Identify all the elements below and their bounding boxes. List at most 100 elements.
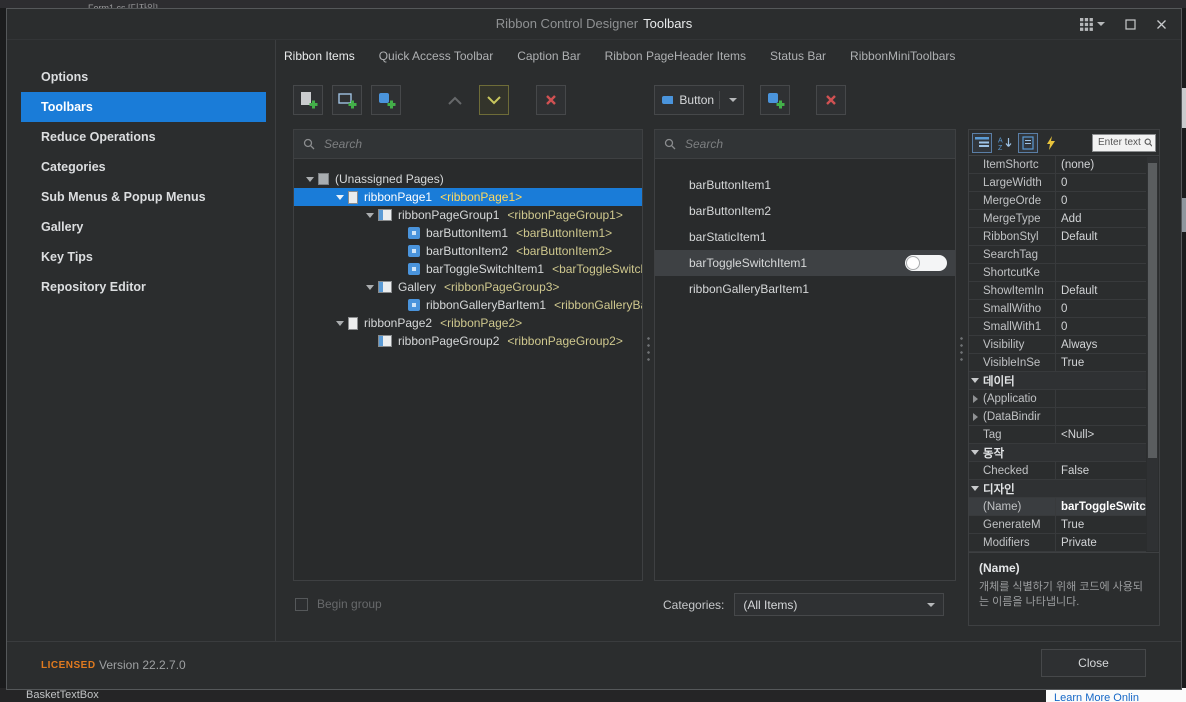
property-value[interactable]: Private <box>1056 534 1146 551</box>
tree-node-barbuttonitem2[interactable]: barButtonItem2 <barButtonItem2> <box>294 242 642 260</box>
property-value[interactable] <box>1056 390 1146 407</box>
property-gutter[interactable] <box>969 390 981 407</box>
events-button[interactable] <box>1041 133 1061 153</box>
property-pages-button[interactable] <box>1018 132 1038 153</box>
categories-dropdown[interactable]: (All Items) <box>734 593 945 616</box>
tree-search-box[interactable] <box>294 130 642 159</box>
scrollbar-thumb[interactable] <box>1148 163 1157 458</box>
property-row[interactable]: (DataBindir <box>969 408 1146 426</box>
property-value[interactable] <box>1056 408 1146 425</box>
close-window-button[interactable] <box>1156 19 1167 30</box>
property-value[interactable]: True <box>1056 516 1146 533</box>
category-expander[interactable] <box>969 480 981 497</box>
tree-node-bartoggleswitchitem1[interactable]: barToggleSwitchItem1 <barToggleSwitchItem… <box>294 260 642 278</box>
property-row[interactable]: MergeType Add <box>969 210 1146 228</box>
category-expander[interactable] <box>969 444 981 461</box>
property-value[interactable]: barToggleSwitchItem1 <box>1056 498 1146 515</box>
alphabetical-sort-button[interactable]: AZ <box>995 133 1015 153</box>
tree-node-gallery[interactable]: Gallery <ribbonPageGroup3> <box>294 278 642 296</box>
property-scrollbar[interactable] <box>1147 157 1158 551</box>
property-row[interactable]: Visibility Always <box>969 336 1146 354</box>
property-value[interactable] <box>1056 264 1146 281</box>
toggle-switch[interactable] <box>905 255 947 271</box>
bar-item-type-dropdown[interactable]: Button <box>654 85 744 115</box>
tree-node-unassigned-pages[interactable]: (Unassigned Pages) <box>294 170 642 188</box>
begin-group-checkbox[interactable] <box>295 597 308 611</box>
property-value[interactable]: 0 <box>1056 300 1146 317</box>
property-value[interactable]: Add <box>1056 210 1146 227</box>
property-value[interactable]: (none) <box>1056 156 1146 173</box>
bar-item-row-barbuttonitem2[interactable]: barButtonItem2 <box>655 198 955 224</box>
property-category-row[interactable]: 데이터 <box>969 372 1146 390</box>
tab-status-bar[interactable]: Status Bar <box>770 49 826 63</box>
property-row[interactable]: SmallWitho 0 <box>969 300 1146 318</box>
tree-node-ribbonpage1[interactable]: ribbonPage1 <ribbonPage1> <box>294 188 642 206</box>
sidebar-item-key-tips[interactable]: Key Tips <box>7 242 275 272</box>
property-value[interactable] <box>1056 246 1146 263</box>
categorized-view-button[interactable] <box>972 132 992 153</box>
bar-item-row-bartoggleswitchitem1[interactable]: barToggleSwitchItem1 <box>655 250 955 276</box>
dialog-titlebar[interactable]: Ribbon Control Designer Toolbars <box>7 9 1181 40</box>
tree-search-input[interactable] <box>322 136 633 152</box>
learn-more-link[interactable]: Learn More Onlin <box>1054 692 1139 702</box>
property-row[interactable]: MergeOrde 0 <box>969 192 1146 210</box>
property-value[interactable]: False <box>1056 462 1146 479</box>
bar-item-row-barbuttonitem1[interactable]: barButtonItem1 <box>655 172 955 198</box>
property-row[interactable]: Modifiers Private <box>969 534 1146 552</box>
property-row[interactable]: ShowItemIn Default <box>969 282 1146 300</box>
property-row[interactable]: Tag <Null> <box>969 426 1146 444</box>
bar-item-row-barstaticitem1[interactable]: barStaticItem1 <box>655 224 955 250</box>
property-value[interactable]: 0 <box>1056 192 1146 209</box>
tab-ribbon-items[interactable]: Ribbon Items <box>284 49 355 63</box>
add-item-button[interactable] <box>371 85 401 115</box>
expander-icon[interactable] <box>366 283 375 292</box>
tab-ribbonminitoolbars[interactable]: RibbonMiniToolbars <box>850 49 955 63</box>
property-row[interactable]: SmallWith1 0 <box>969 318 1146 336</box>
close-button[interactable]: Close <box>1041 649 1146 677</box>
category-expander[interactable] <box>969 372 981 389</box>
property-row[interactable]: VisibleInSe True <box>969 354 1146 372</box>
sidebar-item-repository-editor[interactable]: Repository Editor <box>7 272 275 302</box>
property-row[interactable]: ShortcutKe <box>969 264 1146 282</box>
property-category-row[interactable]: 디자인 <box>969 480 1146 498</box>
property-value[interactable]: 0 <box>1056 318 1146 335</box>
chevron-right-icon[interactable] <box>972 412 978 421</box>
property-row[interactable]: Checked False <box>969 462 1146 480</box>
property-row[interactable]: SearchTag <box>969 246 1146 264</box>
chevron-down-icon[interactable] <box>729 98 737 102</box>
expander-icon[interactable] <box>336 193 345 202</box>
list-search-input[interactable] <box>683 136 946 152</box>
property-row[interactable]: (Name)barToggleSwitchItem1 <box>969 498 1146 516</box>
move-down-button[interactable] <box>479 85 509 115</box>
tree-node-barbuttonitem1[interactable]: barButtonItem1 <barButtonItem1> <box>294 224 642 242</box>
tab-quick-access-toolbar[interactable]: Quick Access Toolbar <box>379 49 494 63</box>
property-category-row[interactable]: 동작 <box>969 444 1146 462</box>
layout-grid-button[interactable] <box>1080 17 1105 31</box>
add-page-button[interactable] <box>293 85 323 115</box>
chevron-right-icon[interactable] <box>972 394 978 403</box>
maximize-button[interactable] <box>1125 18 1136 30</box>
add-bar-item-button[interactable] <box>760 85 790 115</box>
property-gutter[interactable] <box>969 408 981 425</box>
tab-ribbon-pageheader-items[interactable]: Ribbon PageHeader Items <box>605 49 746 63</box>
tree-node-ribbonpagegroup1[interactable]: ribbonPageGroup1 <ribbonPageGroup1> <box>294 206 642 224</box>
property-row[interactable]: (Applicatio <box>969 390 1146 408</box>
sidebar-item-gallery[interactable]: Gallery <box>7 212 275 242</box>
sidebar-item-sub-menus-popup-menus[interactable]: Sub Menus & Popup Menus <box>7 182 275 212</box>
expander-icon[interactable] <box>306 175 315 184</box>
sidebar-item-toolbars[interactable]: Toolbars <box>21 92 266 122</box>
property-value[interactable]: True <box>1056 354 1146 371</box>
property-row[interactable]: GenerateM True <box>969 516 1146 534</box>
property-value[interactable]: Always <box>1056 336 1146 353</box>
property-search-box[interactable] <box>1092 133 1156 152</box>
expander-icon[interactable] <box>336 319 345 328</box>
property-value[interactable]: Default <box>1056 282 1146 299</box>
property-value[interactable]: <Null> <box>1056 426 1146 443</box>
bar-item-row-ribbongallerybaritem1[interactable]: ribbonGalleryBarItem1 <box>655 276 955 302</box>
delete-bar-item-button[interactable] <box>816 85 846 115</box>
sidebar-item-options[interactable]: Options <box>7 62 275 92</box>
property-value[interactable]: 0 <box>1056 174 1146 191</box>
panel-splitter[interactable] <box>958 335 965 365</box>
property-value[interactable]: Default <box>1056 228 1146 245</box>
list-search-box[interactable] <box>655 130 955 159</box>
